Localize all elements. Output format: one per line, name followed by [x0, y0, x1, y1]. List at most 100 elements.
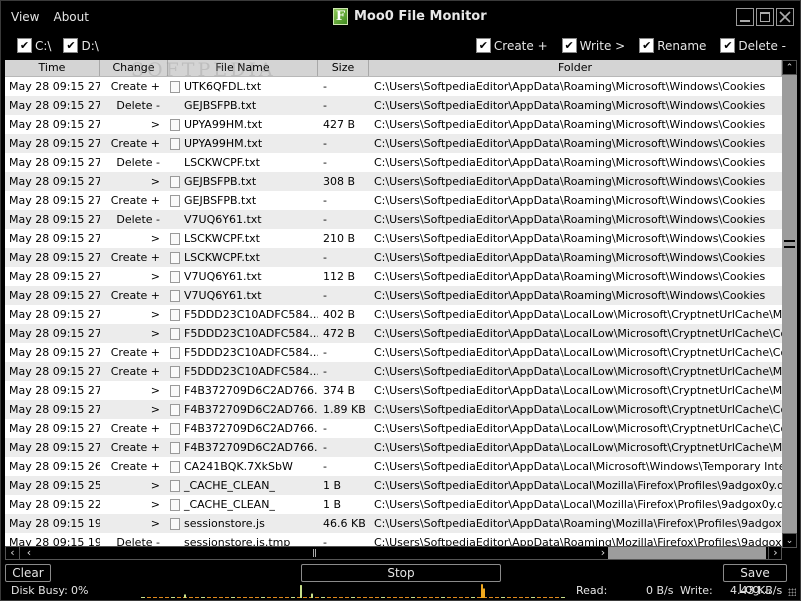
scroll-down-icon[interactable]: ⌄ — [782, 533, 797, 548]
table-row[interactable]: May 28 09:15 27 > GEJBSFPB.txt 308 B C:\User… — [5, 172, 782, 191]
column-header-file-name[interactable]: File Name — [168, 60, 318, 76]
graph-baseline-segment — [453, 597, 457, 598]
graph-baseline-segment — [519, 597, 523, 598]
cell-folder: C:\Users\SoftpediaEditor\AppData\Local\M… — [374, 479, 782, 492]
cell-size: 1 B — [323, 498, 342, 511]
table-row[interactable]: May 28 09:15 27 > LSCKWCPF.txt 210 B C:\User… — [5, 229, 782, 248]
cell-folder: C:\Users\SoftpediaEditor\AppData\LocalLo… — [374, 327, 782, 340]
close-icon — [779, 11, 791, 23]
table-row[interactable]: May 28 09:15 27 > UPYA99HM.txt 427 B C:\User… — [5, 115, 782, 134]
table-row[interactable]: May 28 09:15 27 > F4B372709D6C2AD766... 374… — [5, 381, 782, 400]
cell-change: > — [150, 384, 160, 397]
horizontal-scrollbar[interactable]: ‹ ‹ › › — [5, 546, 782, 560]
cell-size: - — [323, 251, 327, 264]
table-row[interactable]: May 28 09:15 27 Create + F5DDD23C10ADFC584… — [5, 343, 782, 362]
table-row[interactable]: May 28 09:15 27 > V7UQ6Y61.txt 112 B C:\User… — [5, 267, 782, 286]
cell-file-name: GEJBSFPB.txt — [168, 191, 318, 210]
scroll-track[interactable] — [608, 547, 766, 559]
scroll-thumb-grip[interactable] — [784, 240, 795, 248]
filter-rename-checkbox[interactable]: ✔ Rename — [639, 38, 706, 53]
drive-d-checkbox[interactable]: ✔ D:\ — [63, 38, 99, 53]
cell-folder: C:\Users\SoftpediaEditor\AppData\LocalLo… — [374, 365, 782, 378]
table-row[interactable]: May 28 09:15 27 Create + V7UQ6Y61.txt - C:\U… — [5, 286, 782, 305]
cell-size: 308 B — [323, 175, 356, 188]
graph-baseline-segment — [291, 597, 295, 598]
menu-view[interactable]: View — [11, 10, 39, 24]
table-row[interactable]: May 28 09:15 26 Create + CA241BQK.7XkSbW - C… — [5, 457, 782, 476]
table-row[interactable]: May 28 09:15 27 Delete - V7UQ6Y61.txt - C:\U… — [5, 210, 782, 229]
filter-delete-checkbox[interactable]: ✔ Delete - — [720, 38, 786, 53]
file-name-text: UTK6QFDL.txt — [184, 80, 262, 93]
scroll-up-icon[interactable]: ⌃ — [782, 60, 797, 75]
table-row[interactable]: May 28 09:15 25 > _CACHE_CLEAN_ 1 B C:\Users… — [5, 476, 782, 495]
table-row[interactable]: May 28 09:15 27 Create + UPYA99HM.txt - C:\U… — [5, 134, 782, 153]
table-row[interactable]: May 28 09:15 27 Create + F4B372709D6C2AD76… — [5, 419, 782, 438]
table-row[interactable]: May 28 09:15 27 > F4B372709D6C2AD766... 1.8… — [5, 400, 782, 419]
column-header-folder[interactable]: Folder — [369, 60, 782, 76]
file-name-text: CA241BQK.7XkSbW — [184, 460, 293, 473]
table-row[interactable]: May 28 09:15 27 Create + F4B372709D6C2AD76… — [5, 438, 782, 457]
table-row[interactable]: May 28 09:15 27 Create + F5DDD23C10ADFC584… — [5, 362, 782, 381]
file-name-text: F4B372709D6C2AD766... — [184, 441, 318, 454]
app-window: View About F Moo0 File Monitor ✔ C:\ ✔ D… — [0, 0, 801, 601]
cell-folder: C:\Users\SoftpediaEditor\AppData\Roaming… — [374, 517, 782, 530]
file-name-text: GEJBSFPB.txt — [184, 194, 257, 207]
cell-file-name: V7UQ6Y61.txt — [168, 210, 318, 229]
cell-file-name: UPYA99HM.txt — [168, 134, 318, 153]
file-icon — [170, 80, 180, 93]
vertical-scrollbar[interactable]: ⌃ ⌄ — [782, 60, 797, 548]
graph-activity-spike — [300, 585, 302, 598]
scroll-left-page-icon[interactable]: ‹ — [22, 547, 36, 559]
table-row[interactable]: May 28 09:15 22 > _CACHE_CLEAN_ 1 B C:\Users… — [5, 495, 782, 514]
table-row[interactable]: May 28 09:15 27 Delete - LSCKWCPF.txt - C:\U… — [5, 153, 782, 172]
cell-change: Create + — [110, 346, 160, 359]
drive-c-checkbox[interactable]: ✔ C:\ — [17, 38, 51, 53]
graph-activity-spike — [184, 594, 186, 598]
clear-button[interactable]: Clear — [5, 564, 51, 582]
filter-create-checkbox[interactable]: ✔ Create + — [475, 38, 548, 53]
cell-file-name: F4B372709D6C2AD766... — [168, 419, 318, 438]
table-row[interactable]: May 28 09:15 27 > F5DDD23C10ADFC584... 472 … — [5, 324, 782, 343]
table-row[interactable]: May 28 09:15 27 Delete - GEJBSFPB.txt - C:\U… — [5, 96, 782, 115]
graph-activity-spike — [481, 584, 483, 598]
graph-baseline-segment — [327, 597, 331, 598]
column-header-size[interactable]: Size — [318, 60, 369, 76]
cell-file-name: V7UQ6Y61.txt — [168, 267, 318, 286]
save-log-button[interactable]: Save Log... — [723, 564, 787, 596]
graph-baseline-segment — [195, 597, 199, 598]
graph-baseline-segment — [549, 597, 553, 598]
file-icon — [170, 251, 180, 264]
drive-d-label: D:\ — [81, 38, 99, 53]
file-icon — [170, 384, 180, 397]
graph-baseline-segment — [225, 597, 229, 598]
scroll-thumb-grip[interactable] — [313, 549, 316, 557]
cell-time: May 28 09:15 27 — [9, 251, 100, 264]
cell-file-name: sessionstore.js — [168, 514, 318, 533]
scroll-left-icon[interactable]: ‹ — [6, 547, 20, 559]
table-row[interactable]: May 28 09:15 19 > sessionstore.js 46.6 KB C:… — [5, 514, 782, 533]
table-row[interactable]: May 28 09:15 27 Create + UTK6QFDL.txt - C:\U… — [5, 77, 782, 96]
file-name-text: F5DDD23C10ADFC584... — [184, 365, 318, 378]
cell-time: May 28 09:15 27 — [9, 270, 100, 283]
column-header-change[interactable]: Change — [100, 60, 168, 76]
minimize-button[interactable] — [736, 8, 754, 26]
table-row[interactable]: May 28 09:15 27 Create + GEJBSFPB.txt - C:\U… — [5, 191, 782, 210]
maximize-button[interactable] — [756, 8, 774, 26]
filter-write-checkbox[interactable]: ✔ Write > — [561, 38, 625, 53]
table-row[interactable]: May 28 09:15 27 > F5DDD23C10ADFC584... 402 … — [5, 305, 782, 324]
cell-size: - — [323, 99, 327, 112]
cell-size: 46.6 KB — [323, 517, 366, 530]
graph-baseline-segment — [333, 597, 337, 598]
graph-baseline-segment — [345, 597, 349, 598]
graph-baseline-segment — [381, 597, 385, 598]
menu-about[interactable]: About — [53, 10, 88, 24]
resize-grip-icon[interactable] — [788, 588, 796, 596]
graph-baseline-segment — [279, 597, 283, 598]
graph-baseline-segment — [177, 597, 181, 598]
table-row[interactable]: May 28 09:15 27 Create + LSCKWCPF.txt - C:\U… — [5, 248, 782, 267]
column-header-time[interactable]: Time — [5, 60, 100, 76]
close-button[interactable] — [776, 8, 794, 26]
cell-file-name: GEJBSFPB.txt — [168, 172, 318, 191]
scroll-right-icon[interactable]: › — [768, 547, 782, 559]
graph-baseline-segment — [201, 597, 205, 598]
